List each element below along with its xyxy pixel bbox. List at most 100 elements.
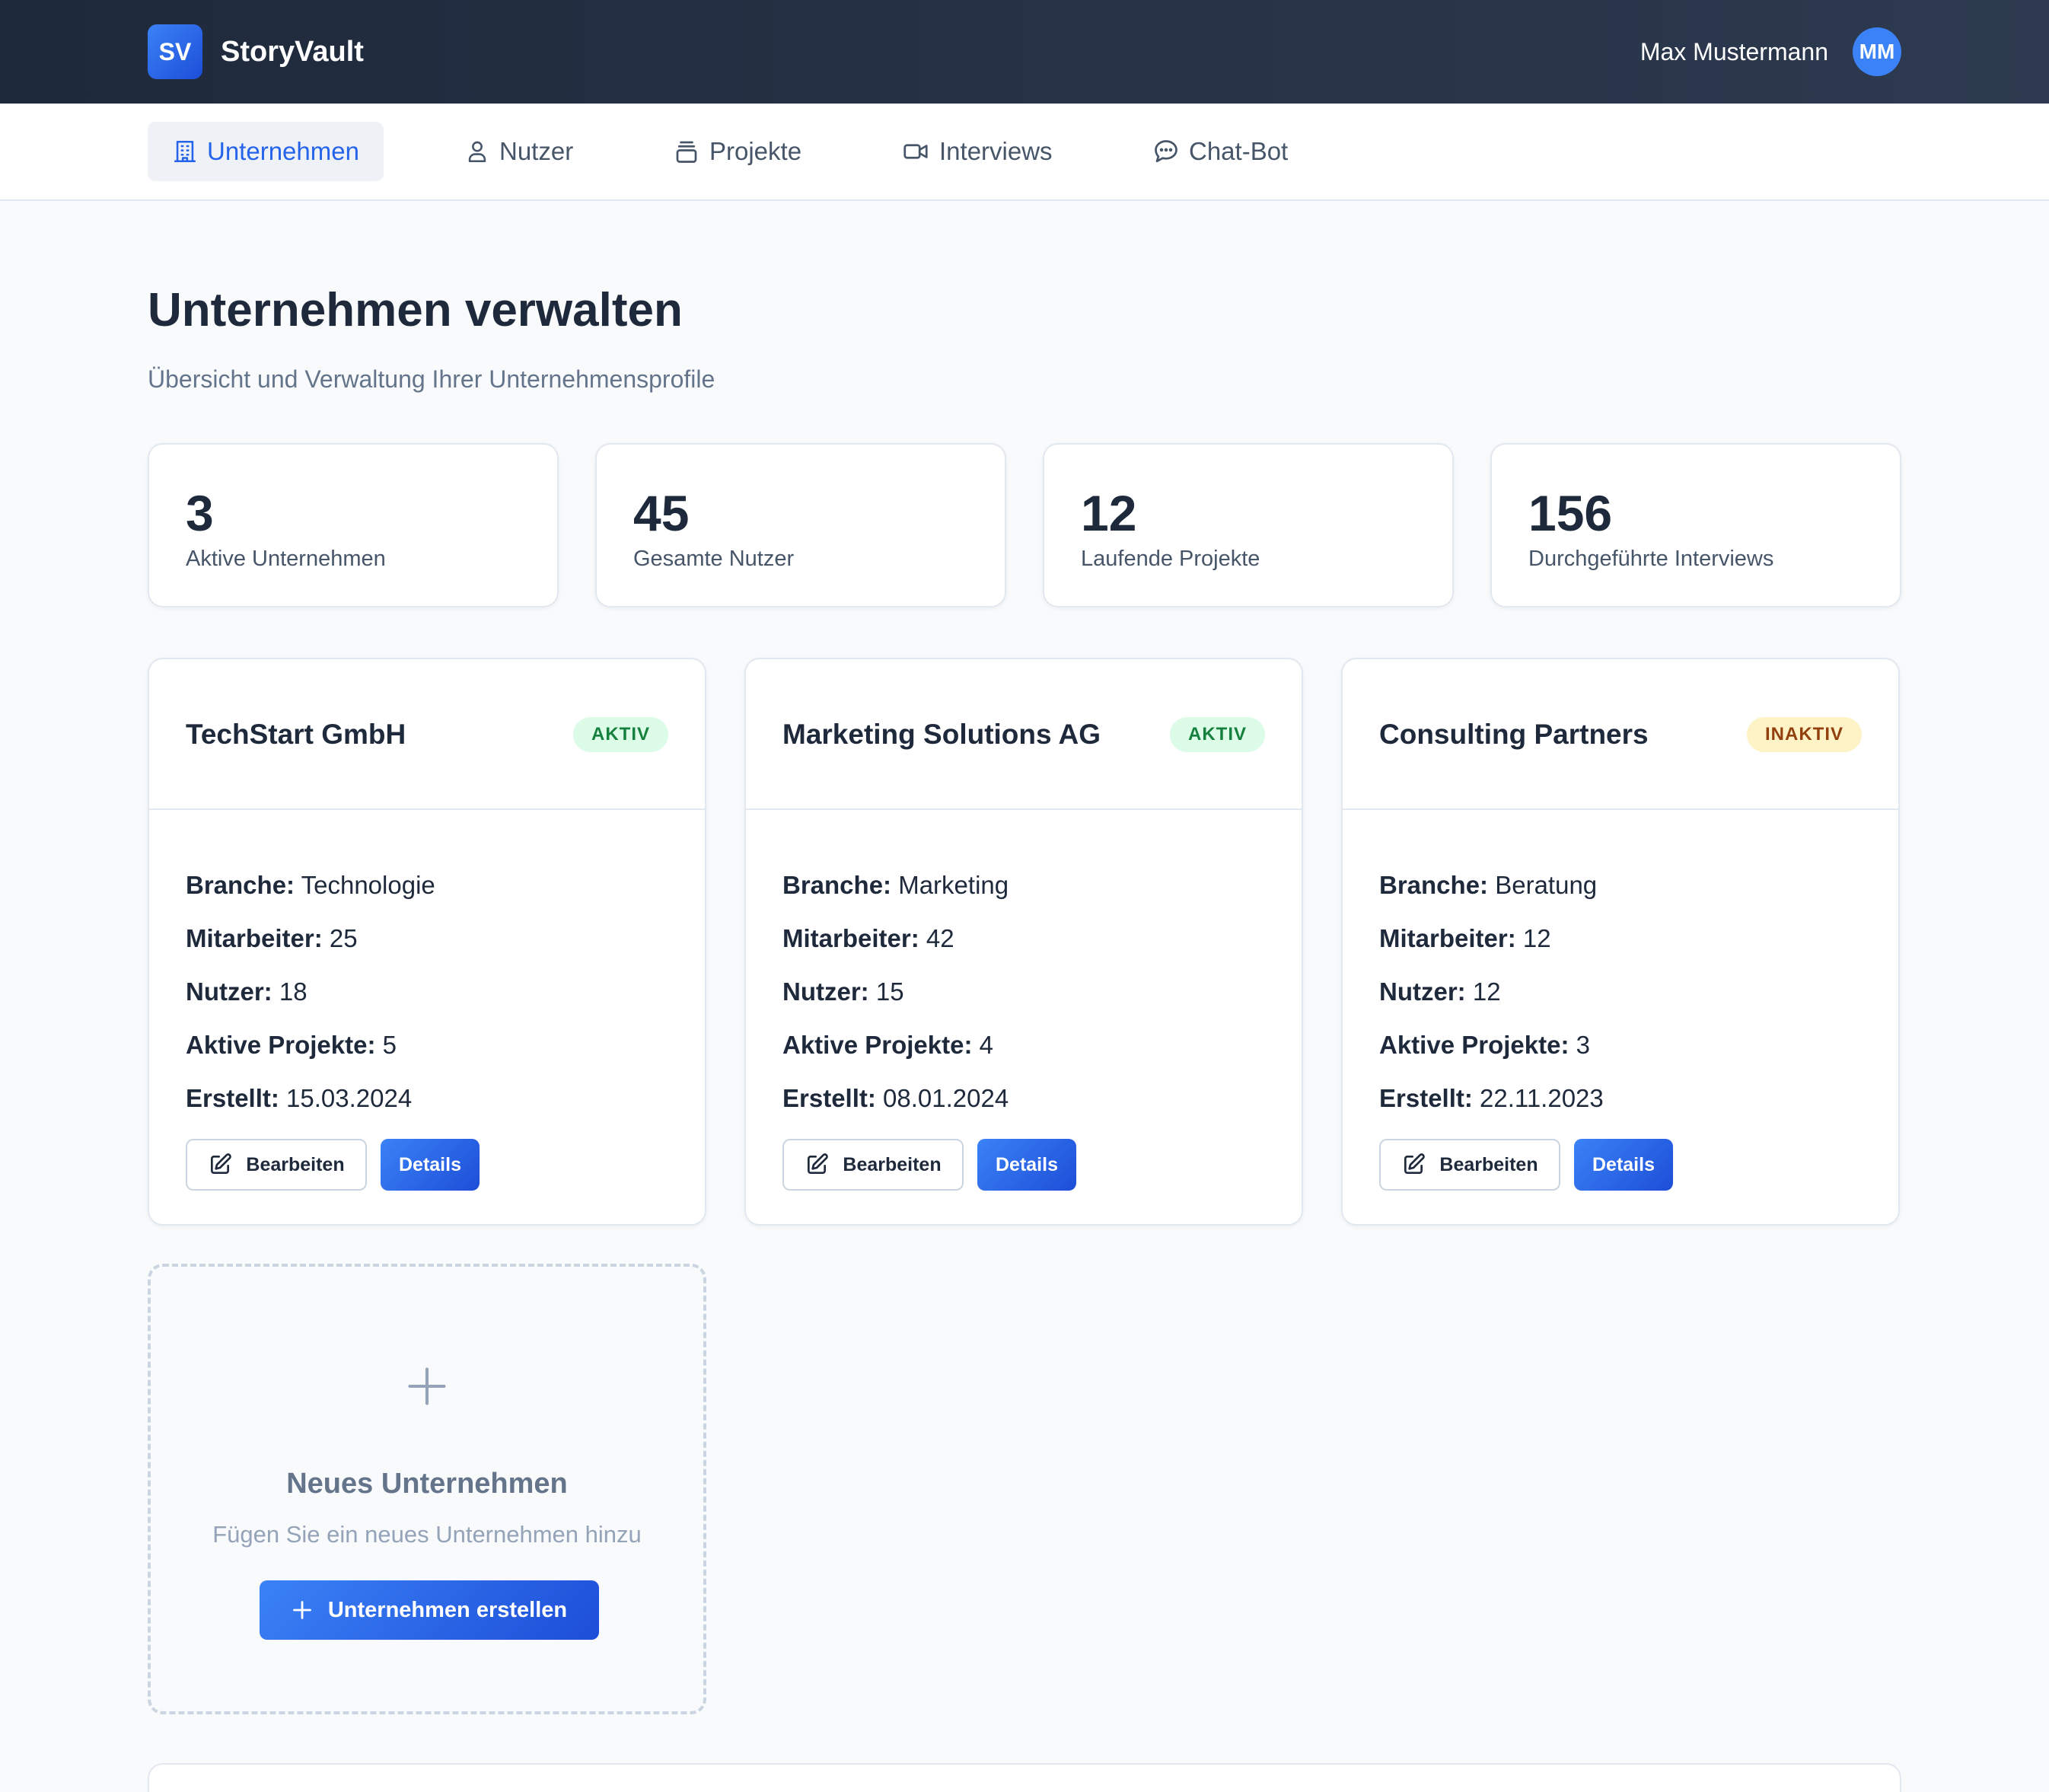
- detail-value: 12: [1522, 924, 1551, 952]
- details-button[interactable]: Details: [1574, 1139, 1673, 1191]
- tab-projekte[interactable]: Projekte: [648, 122, 826, 181]
- edit-icon: [1404, 1153, 1426, 1174]
- detail-value: 22.11.2023: [1480, 1084, 1604, 1112]
- tab-label: Interviews: [939, 137, 1053, 165]
- chat-bubble-icon: [1155, 140, 1177, 163]
- detail-mitarbeiter: Mitarbeiter: 42: [782, 924, 954, 953]
- detail-label: Erstellt:: [1379, 1084, 1473, 1112]
- stat-card-gesamte-nutzer: 45 Gesamte Nutzer: [595, 443, 1006, 607]
- user-menu[interactable]: Max Mustermann MM: [1640, 27, 1901, 76]
- edit-button-label: Bearbeiten: [1439, 1153, 1538, 1175]
- detail-value: 42: [926, 924, 954, 952]
- detail-label: Erstellt:: [782, 1084, 876, 1112]
- company-card-header: Consulting Partners INAKTIV: [1343, 659, 1898, 810]
- company-card-consulting-partners: Consulting Partners INAKTIV Branche: Ber…: [1341, 658, 1900, 1226]
- detail-mitarbeiter: Mitarbeiter: 25: [186, 924, 358, 953]
- edit-button-label: Bearbeiten: [843, 1153, 942, 1175]
- plus-icon: [408, 1367, 446, 1405]
- stat-label: Gesamte Nutzer: [633, 547, 795, 571]
- tab-label: Unternehmen: [207, 137, 359, 165]
- edit-button[interactable]: Bearbeiten: [186, 1139, 367, 1191]
- stat-value: 12: [1081, 485, 1137, 541]
- detail-erstellt: Erstellt: 22.11.2023: [1379, 1084, 1604, 1113]
- new-company-card[interactable]: Neues Unternehmen Fügen Sie ein neues Un…: [148, 1264, 706, 1714]
- detail-value: 25: [329, 924, 358, 952]
- edit-icon: [211, 1153, 232, 1174]
- tab-label: Nutzer: [499, 137, 574, 165]
- detail-nutzer: Nutzer: 15: [782, 977, 904, 1006]
- archive-icon: [676, 141, 697, 163]
- stat-value: 156: [1528, 485, 1613, 541]
- tab-label: Chat-Bot: [1189, 137, 1289, 165]
- edit-button[interactable]: Bearbeiten: [782, 1139, 964, 1191]
- company-card-header: TechStart GmbH AKTIV: [149, 659, 705, 810]
- avatar[interactable]: MM: [1853, 27, 1901, 76]
- detail-nutzer: Nutzer: 12: [1379, 977, 1501, 1006]
- new-company-subtitle: Fügen Sie ein neues Unternehmen hinzu: [212, 1521, 642, 1548]
- page-subtitle: Übersicht und Verwaltung Ihrer Unternehm…: [148, 365, 715, 393]
- company-card-techstart: TechStart GmbH AKTIV Branche: Technologi…: [148, 658, 706, 1226]
- detail-erstellt: Erstellt: 15.03.2024: [186, 1084, 412, 1113]
- edit-button-label: Bearbeiten: [246, 1153, 345, 1175]
- detail-projekte: Aktive Projekte: 4: [782, 1031, 993, 1060]
- detail-label: Aktive Projekte:: [1379, 1031, 1569, 1059]
- detail-value: 15.03.2024: [286, 1084, 413, 1112]
- details-button[interactable]: Details: [381, 1139, 480, 1191]
- status-badge: AKTIV: [573, 717, 668, 752]
- tab-nutzer[interactable]: Nutzer: [440, 122, 597, 181]
- detail-label: Nutzer:: [782, 977, 869, 1006]
- bottom-panel: [148, 1763, 1901, 1792]
- tab-chat-bot[interactable]: Chat-Bot: [1128, 122, 1312, 181]
- create-company-button[interactable]: Unternehmen erstellen: [260, 1580, 599, 1640]
- detail-value: 3: [1576, 1031, 1590, 1059]
- detail-label: Nutzer:: [186, 977, 272, 1006]
- stat-card-aktive-unternehmen: 3 Aktive Unternehmen: [148, 443, 559, 607]
- edit-button[interactable]: Bearbeiten: [1379, 1139, 1560, 1191]
- detail-branche: Branche: Marketing: [782, 871, 1009, 900]
- detail-value: 5: [382, 1031, 397, 1059]
- detail-value: Marketing: [898, 871, 1009, 899]
- detail-value: 12: [1472, 977, 1501, 1006]
- company-card-marketing-solutions: Marketing Solutions AG AKTIV Branche: Ma…: [744, 658, 1303, 1226]
- detail-value: 15: [875, 977, 904, 1006]
- detail-label: Mitarbeiter:: [186, 924, 323, 952]
- details-button[interactable]: Details: [977, 1139, 1076, 1191]
- detail-label: Branche:: [186, 871, 295, 899]
- detail-erstellt: Erstellt: 08.01.2024: [782, 1084, 1009, 1113]
- detail-value: Technologie: [301, 871, 435, 899]
- detail-label: Aktive Projekte:: [186, 1031, 376, 1059]
- edit-icon: [808, 1153, 829, 1174]
- detail-label: Branche:: [1379, 871, 1489, 899]
- tab-interviews[interactable]: Interviews: [877, 122, 1077, 181]
- detail-label: Mitarbeiter:: [1379, 924, 1516, 952]
- stat-label: Laufende Projekte: [1081, 547, 1260, 571]
- create-company-label: Unternehmen erstellen: [327, 1597, 568, 1622]
- detail-label: Aktive Projekte:: [782, 1031, 973, 1059]
- tab-unternehmen[interactable]: Unternehmen: [148, 122, 384, 181]
- page-title: Unternehmen verwalten: [148, 284, 683, 336]
- status-badge: AKTIV: [1170, 717, 1265, 752]
- detail-label: Nutzer:: [1379, 977, 1466, 1006]
- detail-projekte: Aktive Projekte: 5: [186, 1031, 397, 1060]
- stat-value: 45: [633, 485, 690, 541]
- detail-branche: Branche: Technologie: [186, 871, 435, 900]
- stat-label: Durchgeführte Interviews: [1528, 547, 1774, 571]
- stat-card-interviews: 156 Durchgeführte Interviews: [1490, 443, 1901, 607]
- detail-projekte: Aktive Projekte: 3: [1379, 1031, 1590, 1060]
- tab-label: Projekte: [709, 137, 802, 165]
- app-name: StoryVault: [221, 35, 364, 68]
- brand[interactable]: SV StoryVault: [148, 24, 364, 79]
- stat-label: Aktive Unternehmen: [186, 547, 386, 571]
- building-icon: [174, 140, 196, 163]
- status-badge: INAKTIV: [1747, 717, 1862, 752]
- user-name: Max Mustermann: [1640, 37, 1828, 65]
- detail-mitarbeiter: Mitarbeiter: 12: [1379, 924, 1551, 953]
- company-card-header: Marketing Solutions AG AKTIV: [746, 659, 1302, 810]
- detail-label: Erstellt:: [186, 1084, 279, 1112]
- app-header: SV StoryVault Max Mustermann MM: [0, 0, 2049, 104]
- detail-nutzer: Nutzer: 18: [186, 977, 308, 1006]
- detail-value: 18: [279, 977, 308, 1006]
- company-name: Consulting Partners: [1379, 719, 1649, 750]
- detail-value: 08.01.2024: [883, 1084, 1009, 1112]
- user-icon: [468, 141, 486, 163]
